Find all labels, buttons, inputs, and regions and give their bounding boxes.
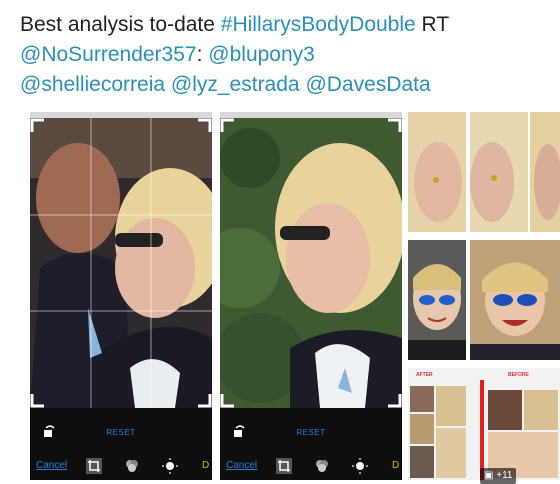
- comparison-collage-image: [410, 380, 558, 480]
- media-collage[interactable]: RESET Cancel D RESET Cancel D AFTER BEFO…: [0, 112, 560, 484]
- photo-2: [220, 118, 402, 408]
- adjust-light-icon[interactable]: [352, 458, 368, 474]
- reset-button[interactable]: RESET: [220, 428, 402, 437]
- colon: :: [196, 43, 203, 66]
- adjust-light-icon[interactable]: [162, 458, 178, 474]
- editor-toolbar-1: Cancel D: [30, 456, 212, 476]
- editor-controls-2: RESET Cancel D: [220, 408, 402, 480]
- thumbnail-comparison[interactable]: AFTER BEFORE: [408, 368, 560, 480]
- thumbnail-ear-2[interactable]: [470, 112, 528, 232]
- thumbnail-sunglasses-1-image: [408, 240, 466, 360]
- filters-icon[interactable]: [314, 458, 330, 474]
- done-button[interactable]: D: [202, 460, 209, 471]
- thumbnail-ear-2-image: [470, 112, 528, 232]
- photo-2-image: [220, 118, 402, 408]
- retweet-label: RT: [415, 13, 450, 36]
- phone-screenshot-2[interactable]: RESET Cancel D: [220, 112, 402, 480]
- photo-1: [30, 118, 212, 408]
- hashtag-link[interactable]: #HillarysBodyDouble: [221, 13, 416, 36]
- crop-icon[interactable]: [86, 458, 102, 474]
- cancel-button[interactable]: Cancel: [226, 460, 257, 471]
- thumbnail-ear-3-image: [530, 112, 560, 232]
- camera-icon: ▣: [484, 470, 494, 481]
- thumbnail-sunglasses-1[interactable]: [408, 240, 466, 360]
- editor-toolbar-2: Cancel D: [220, 456, 402, 476]
- done-button[interactable]: D: [392, 460, 399, 471]
- thumbnail-ear-1-image: [408, 112, 466, 232]
- more-media-badge[interactable]: ▣ +11: [480, 468, 517, 484]
- cancel-button[interactable]: Cancel: [36, 460, 67, 471]
- photo-1-image: [30, 118, 212, 408]
- filters-icon[interactable]: [124, 458, 140, 474]
- thumbnail-sunglasses-2-image: [470, 240, 560, 360]
- mention-link-blupony3[interactable]: @blupony3: [208, 43, 315, 66]
- mention-link-davesdata[interactable]: @DavesData: [305, 73, 430, 96]
- phone-screenshot-1[interactable]: RESET Cancel D: [30, 112, 212, 480]
- reset-button[interactable]: RESET: [30, 428, 212, 437]
- mention-link-nosurrender357[interactable]: @NoSurrender357: [20, 43, 197, 66]
- thumbnail-ear-1[interactable]: [408, 112, 466, 232]
- mention-link-shelliecorreia[interactable]: @shelliecorreia: [20, 73, 165, 96]
- mention-link-lyz-estrada[interactable]: @lyz_estrada: [171, 73, 300, 96]
- editor-controls-1: RESET Cancel D: [30, 408, 212, 480]
- crop-icon[interactable]: [276, 458, 292, 474]
- more-media-count: +11: [496, 470, 513, 481]
- tweet-text-prefix: Best analysis to-date: [20, 13, 221, 36]
- comparison-after-label: AFTER: [416, 372, 433, 378]
- tweet-text: Best analysis to-date #HillarysBodyDoubl…: [20, 10, 550, 100]
- comparison-before-label: BEFORE: [508, 372, 529, 378]
- thumbnail-sunglasses-2[interactable]: [470, 240, 560, 360]
- thumbnail-ear-3[interactable]: [530, 112, 560, 232]
